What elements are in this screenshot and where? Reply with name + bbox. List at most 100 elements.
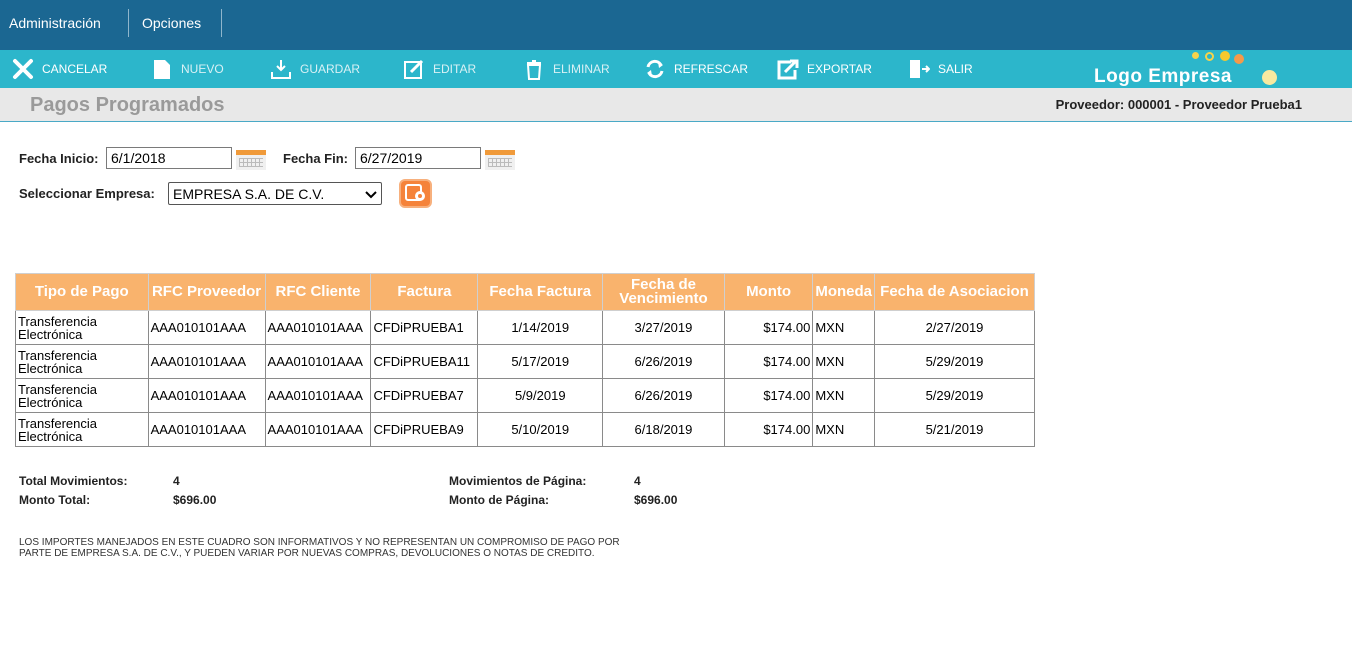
cell-fecha-factura: 5/10/2019 — [477, 412, 604, 447]
cell-rfc-cliente: AAA010101AAA — [264, 378, 372, 413]
disclaimer-line: LOS IMPORTES MANEJADOS EN ESTE CUADRO SO… — [19, 537, 620, 548]
cell-text: Electrónica — [18, 394, 83, 410]
cell-factura: CFDiPRUEBA9 — [370, 412, 479, 447]
page-amount-label: Monto de Página: — [449, 493, 549, 507]
export-button[interactable]: EXPORTAR — [777, 50, 872, 88]
logo-dot — [1234, 54, 1244, 64]
cell-text: Electrónica — [18, 326, 83, 342]
col-header-rfc-cliente[interactable]: RFC Cliente — [264, 273, 372, 311]
cell-fecha-vencimiento: 6/26/2019 — [602, 378, 725, 413]
provider-info: Proveedor: 000001 - Proveedor Prueba1 — [1055, 97, 1302, 112]
col-header-fecha-vencimiento[interactable]: Fecha de Vencimiento — [602, 273, 725, 311]
logo-dot — [1262, 70, 1277, 85]
trash-icon — [523, 58, 545, 80]
total-movements-label: Total Movimientos: — [19, 474, 128, 488]
col-header-moneda[interactable]: Moneda — [812, 273, 875, 311]
cell-text: Electrónica — [18, 428, 83, 444]
page-header: Pagos Programados Proveedor: 000001 - Pr… — [0, 88, 1352, 122]
cancel-button[interactable]: CANCELAR — [12, 50, 107, 88]
end-date-label: Fecha Fin: — [283, 151, 349, 166]
cell-fecha-factura: 5/17/2019 — [477, 344, 604, 379]
table-row[interactable]: Transferencia Electrónica AAA010101AAA AA… — [15, 412, 1035, 447]
page-amount-value: $696.00 — [634, 493, 678, 507]
cell-moneda: MXN — [812, 412, 875, 447]
company-select-value: EMPRESA S.A. DE C.V. — [173, 185, 325, 202]
cell-factura: CFDiPRUEBA11 — [370, 344, 479, 379]
menu-administracion[interactable]: Administración — [9, 15, 101, 31]
cell-monto: $174.00 — [723, 378, 814, 413]
refresh-icon — [644, 58, 666, 80]
cell-factura: CFDiPRUEBA7 — [370, 378, 479, 413]
export-icon — [777, 58, 799, 80]
logo-text: Logo Empresa — [1094, 66, 1232, 87]
table-header-row: Tipo de Pago RFC Proveedor RFC Cliente F… — [15, 273, 1035, 311]
cell-tipo-pago: Transferencia Electrónica — [15, 412, 149, 447]
cell-factura: CFDiPRUEBA1 — [370, 310, 479, 345]
cell-rfc-cliente: AAA010101AAA — [264, 310, 372, 345]
cell-rfc-proveedor: AAA010101AAA — [147, 344, 266, 379]
settings-icon — [405, 184, 425, 201]
end-date-input[interactable] — [355, 147, 481, 169]
cell-moneda: MXN — [812, 310, 875, 345]
company-logo: Logo Empresa — [1094, 51, 1294, 88]
chevron-down-icon — [365, 186, 377, 202]
menu-separator — [221, 9, 222, 37]
cell-fecha-factura: 5/9/2019 — [477, 378, 604, 413]
cell-rfc-proveedor: AAA010101AAA — [147, 412, 266, 447]
disclaimer-line: PARTE DE EMPRESA S.A. DE C.V., Y PUEDEN … — [19, 548, 595, 559]
calendar-icon[interactable] — [236, 150, 266, 170]
col-header-fecha-factura[interactable]: Fecha Factura — [477, 273, 604, 311]
cell-fecha-asociacion: 2/27/2019 — [874, 310, 1035, 345]
top-menu-bar: Administración Opciones — [0, 0, 1352, 50]
delete-label: ELIMINAR — [553, 62, 610, 76]
page-movements-label: Movimientos de Página: — [449, 474, 587, 488]
total-amount-value: $696.00 — [173, 493, 217, 507]
page-title: Pagos Programados — [30, 94, 225, 116]
save-icon — [270, 58, 292, 80]
delete-button[interactable]: ELIMINAR — [523, 50, 610, 88]
refresh-button[interactable]: REFRESCAR — [644, 50, 748, 88]
disclaimer-text: LOS IMPORTES MANEJADOS EN ESTE CUADRO SO… — [19, 537, 739, 559]
apply-filter-button[interactable] — [399, 179, 432, 208]
cell-moneda: MXN — [812, 344, 875, 379]
exit-button[interactable]: SALIR — [908, 50, 973, 88]
menu-opciones[interactable]: Opciones — [142, 15, 201, 31]
table-row[interactable]: Transferencia Electrónica AAA010101AAA AA… — [15, 310, 1035, 345]
col-header-factura[interactable]: Factura — [370, 273, 479, 311]
edit-label: EDITAR — [433, 62, 477, 76]
export-label: EXPORTAR — [807, 62, 872, 76]
save-button[interactable]: GUARDAR — [270, 50, 360, 88]
edit-icon — [403, 58, 425, 80]
col-header-monto[interactable]: Monto — [723, 273, 814, 311]
cell-monto: $174.00 — [723, 344, 814, 379]
cell-moneda: MXN — [812, 378, 875, 413]
start-date-input[interactable] — [106, 147, 232, 169]
cell-fecha-asociacion: 5/29/2019 — [874, 378, 1035, 413]
edit-button[interactable]: EDITAR — [403, 50, 476, 88]
exit-icon — [908, 58, 931, 80]
total-movements-value: 4 — [173, 474, 180, 488]
cell-fecha-vencimiento: 3/27/2019 — [602, 310, 725, 345]
cell-tipo-pago: Transferencia Electrónica — [15, 310, 149, 345]
cell-fecha-vencimiento: 6/18/2019 — [602, 412, 725, 447]
calendar-icon[interactable] — [485, 150, 515, 170]
total-amount-label: Monto Total: — [19, 493, 91, 507]
col-header-tipo-pago[interactable]: Tipo de Pago — [15, 273, 149, 311]
cell-monto: $174.00 — [723, 412, 814, 447]
cell-fecha-vencimiento: 6/26/2019 — [602, 344, 725, 379]
exit-label: SALIR — [938, 62, 973, 76]
col-header-rfc-proveedor[interactable]: RFC Proveedor — [147, 273, 266, 311]
cell-fecha-asociacion: 5/21/2019 — [874, 412, 1035, 447]
start-date-label: Fecha Inicio: — [19, 151, 99, 166]
company-select[interactable]: EMPRESA S.A. DE C.V. — [168, 182, 382, 205]
new-label: NUEVO — [181, 62, 224, 76]
logo-dot — [1192, 52, 1199, 59]
col-header-fecha-asociacion[interactable]: Fecha de Asociacion — [874, 273, 1035, 311]
new-document-icon — [151, 58, 173, 80]
new-button[interactable]: NUEVO — [151, 50, 224, 88]
table-row[interactable]: Transferencia Electrónica AAA010101AAA AA… — [15, 378, 1035, 413]
table-row[interactable]: Transferencia Electrónica AAA010101AAA AA… — [15, 344, 1035, 379]
company-label: Seleccionar Empresa: — [19, 186, 155, 201]
save-label: GUARDAR — [300, 62, 361, 76]
cell-tipo-pago: Transferencia Electrónica — [15, 344, 149, 379]
